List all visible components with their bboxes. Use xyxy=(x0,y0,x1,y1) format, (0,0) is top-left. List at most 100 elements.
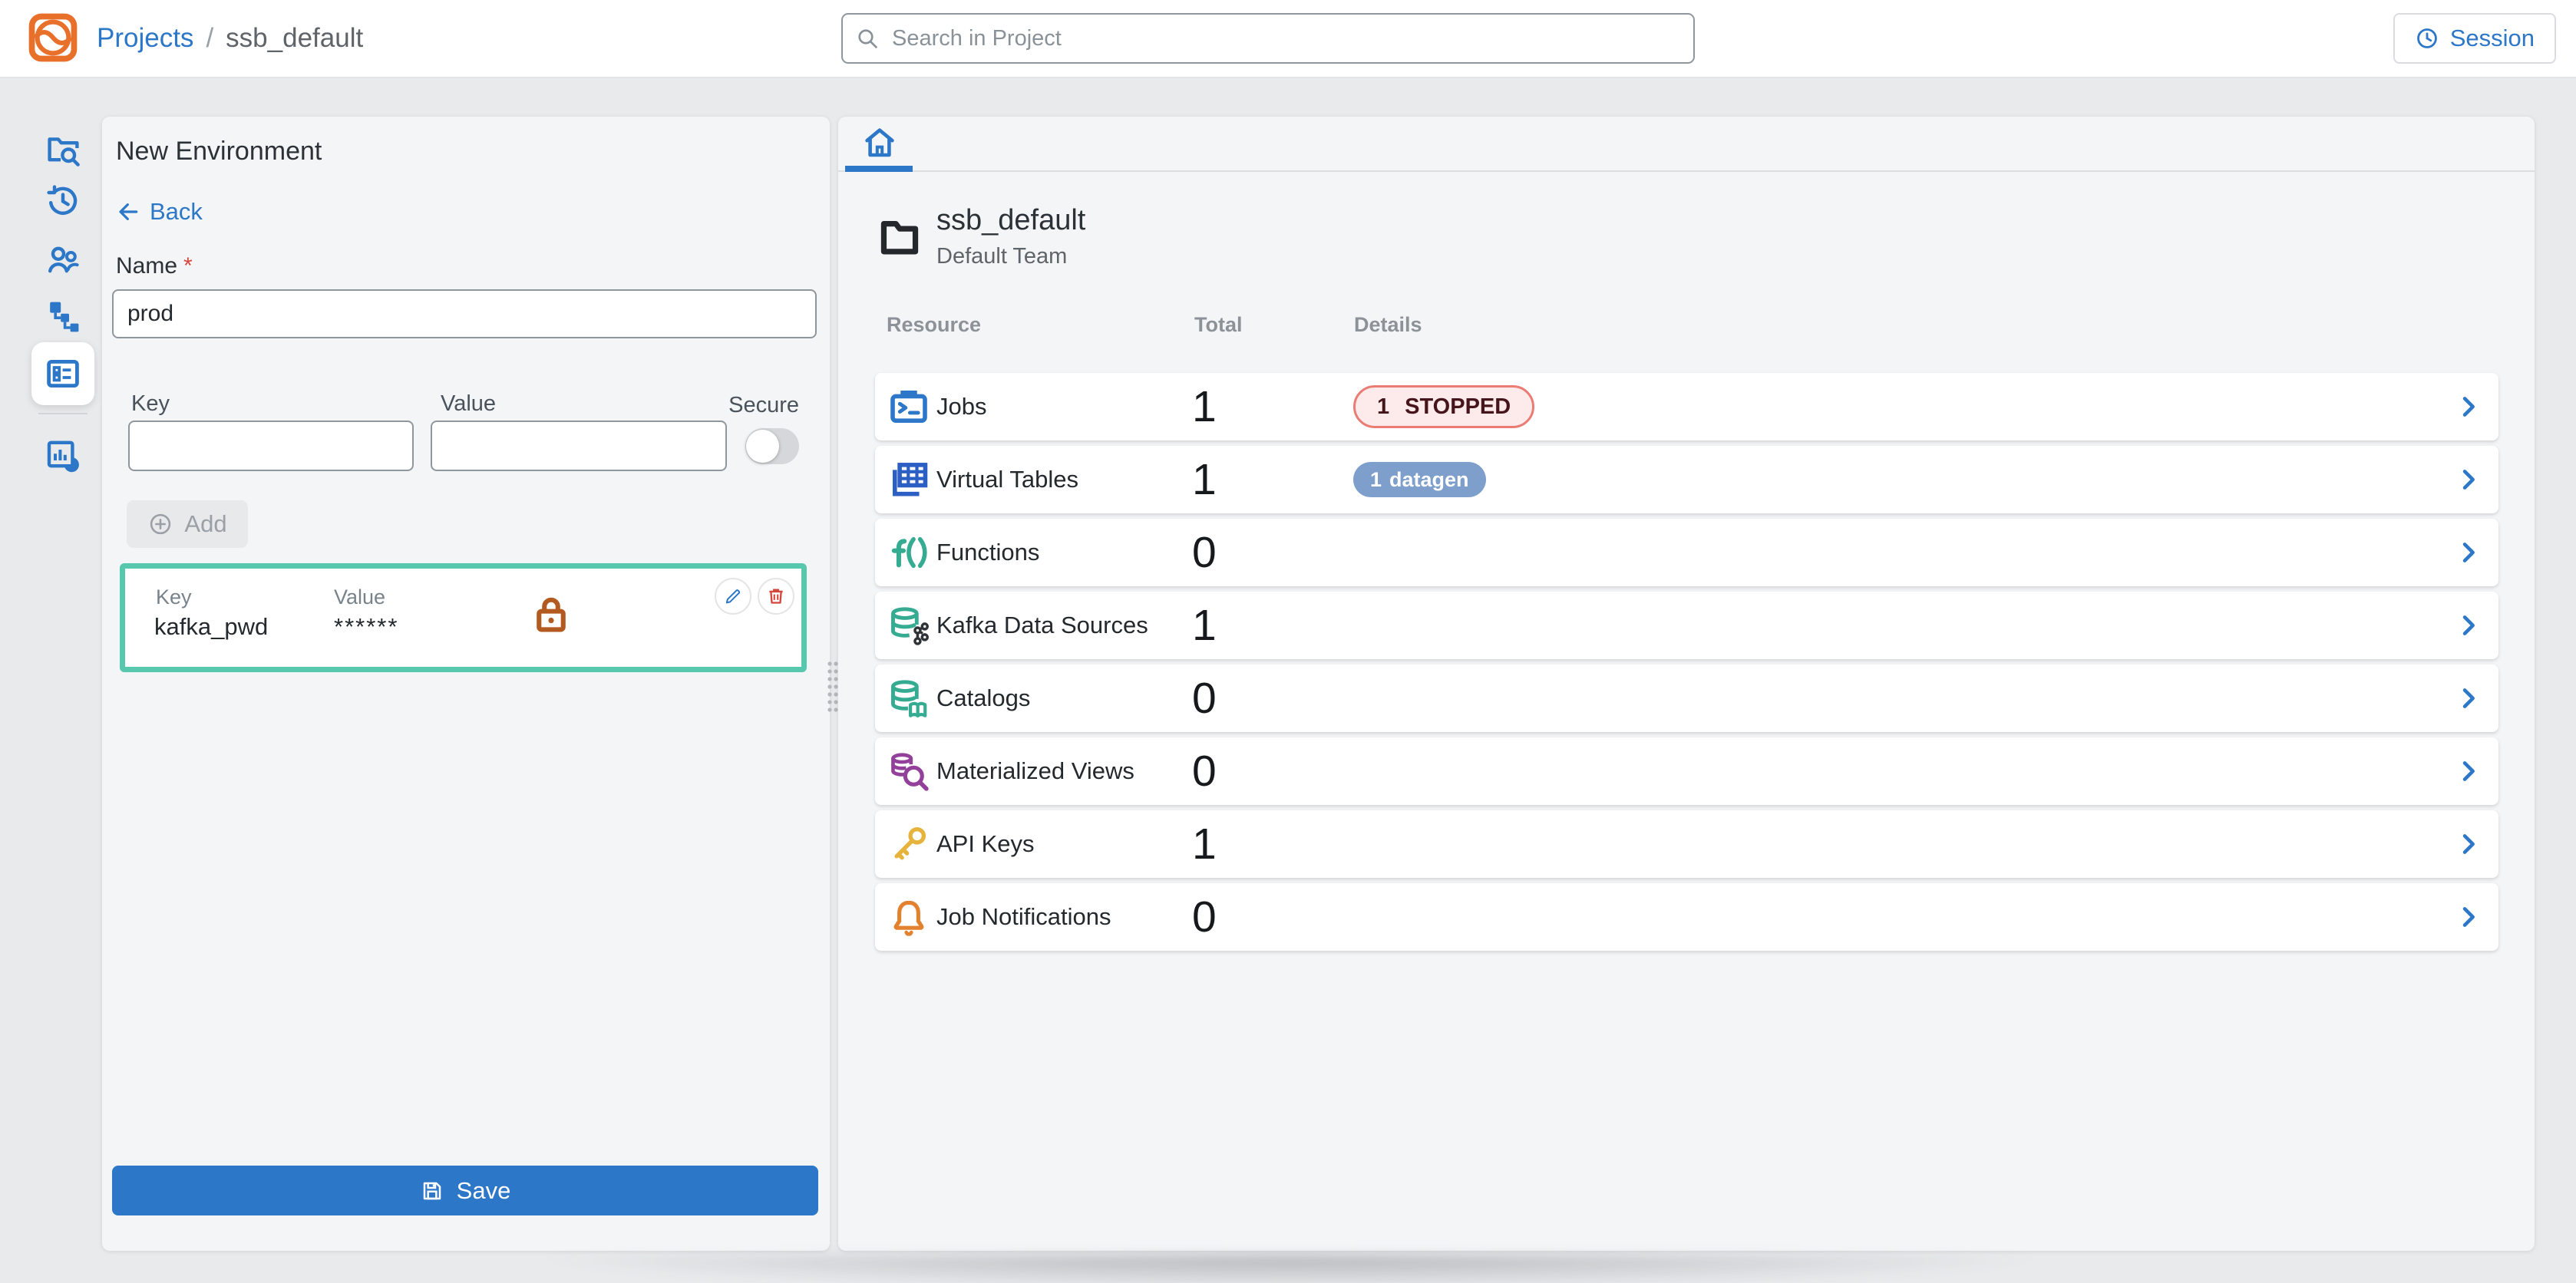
sidebar xyxy=(0,78,101,1283)
api-keys-icon xyxy=(887,823,930,866)
environment-variable-card: Key kafka_pwd Value ****** xyxy=(120,563,807,672)
resource-total: 0 xyxy=(1192,673,1217,724)
resource-details: 1STOPPED xyxy=(1353,385,1534,428)
topbar: Projects / ssb_default Session xyxy=(0,0,2576,78)
resource-total: 0 xyxy=(1192,892,1217,942)
toggle-knob xyxy=(746,430,779,463)
variable-key-label: Key xyxy=(156,585,192,609)
resource-row[interactable]: Jobs 1 1STOPPED xyxy=(875,373,2498,440)
save-label: Save xyxy=(457,1177,511,1205)
pencil-icon xyxy=(722,585,744,607)
chevron-right-icon[interactable] xyxy=(2455,831,2482,857)
resource-label: Virtual Tables xyxy=(936,466,1078,493)
edit-variable-button[interactable] xyxy=(715,578,751,615)
variable-value-label: Value xyxy=(334,585,385,609)
materialized-views-icon xyxy=(887,750,930,793)
monitoring-chart-icon xyxy=(45,437,81,474)
key-field-label: Key xyxy=(131,391,170,417)
project-name: ssb_default xyxy=(936,204,1085,237)
jobs-icon xyxy=(887,385,930,428)
search-input[interactable] xyxy=(841,13,1695,64)
resource-rows: Jobs 1 1STOPPED Virtual Tables 1 1datage… xyxy=(875,373,2498,951)
secure-toggle[interactable] xyxy=(745,428,799,464)
key-input[interactable] xyxy=(128,421,414,471)
breadcrumb-separator: / xyxy=(206,23,213,54)
sidebar-item-project-explorer[interactable] xyxy=(45,131,81,168)
project-overview-panel: ssb_default Default Team Resource Total … xyxy=(838,117,2535,1251)
functions-icon xyxy=(887,531,930,574)
resource-label: Job Notifications xyxy=(936,903,1111,931)
catalogs-icon xyxy=(887,677,930,720)
sidebar-item-environments-active[interactable] xyxy=(31,342,94,405)
variable-value-masked: ****** xyxy=(334,613,398,641)
session-button[interactable]: Session xyxy=(2393,13,2556,64)
panel-resize-handle[interactable] xyxy=(827,660,839,712)
app-logo-icon[interactable] xyxy=(28,12,78,63)
back-link[interactable]: Back xyxy=(116,198,203,226)
kafka-icon xyxy=(887,604,930,647)
add-variable-button[interactable]: Add xyxy=(127,500,248,548)
panel-title: New Environment xyxy=(116,137,322,167)
back-label: Back xyxy=(150,198,203,226)
sidebar-divider xyxy=(38,413,88,414)
project-folder-icon xyxy=(875,215,924,259)
resource-label: Materialized Views xyxy=(936,757,1134,785)
tab-bar xyxy=(838,117,2535,172)
resource-label: Catalogs xyxy=(936,684,1030,712)
sidebar-item-teams[interactable] xyxy=(45,241,81,278)
search-icon xyxy=(855,26,880,51)
new-environment-panel: New Environment Back Name* Key Value Sec… xyxy=(102,117,830,1251)
value-input[interactable] xyxy=(431,421,727,471)
active-tab-underline xyxy=(845,166,913,172)
add-label: Add xyxy=(184,510,226,538)
resource-label: Kafka Data Sources xyxy=(936,612,1148,639)
chevron-right-icon[interactable] xyxy=(2455,685,2482,711)
trash-icon xyxy=(765,585,787,607)
project-team: Default Team xyxy=(936,244,1067,269)
history-icon xyxy=(45,183,81,219)
status-badge-stopped: 1STOPPED xyxy=(1353,385,1534,428)
users-icon xyxy=(45,241,81,278)
arrow-left-icon xyxy=(116,200,140,224)
resource-row[interactable]: Kafka Data Sources 1 xyxy=(875,592,2498,659)
window-bottom-shadow xyxy=(276,1255,2303,1283)
sidebar-item-lineage[interactable] xyxy=(45,298,81,335)
resource-row[interactable]: Materialized Views 0 xyxy=(875,737,2498,805)
save-icon xyxy=(420,1179,444,1203)
chevron-right-icon[interactable] xyxy=(2455,467,2482,493)
resource-row[interactable]: Catalogs 0 xyxy=(875,665,2498,732)
environment-list-icon xyxy=(45,355,81,392)
lineage-icon xyxy=(45,298,81,335)
sidebar-item-history[interactable] xyxy=(45,183,81,219)
chevron-right-icon[interactable] xyxy=(2455,758,2482,784)
sidebar-item-monitoring[interactable] xyxy=(45,437,81,474)
resource-row[interactable]: Job Notifications 0 xyxy=(875,883,2498,951)
resource-label: API Keys xyxy=(936,830,1035,858)
resource-row[interactable]: Functions 0 xyxy=(875,519,2498,586)
tab-home[interactable] xyxy=(861,124,898,161)
column-header-total: Total xyxy=(1194,313,1243,337)
name-field-label: Name* xyxy=(116,253,193,279)
clock-icon xyxy=(2415,26,2439,51)
value-field-label: Value xyxy=(441,391,496,417)
variable-key-value: kafka_pwd xyxy=(154,613,268,641)
chevron-right-icon[interactable] xyxy=(2455,904,2482,930)
virtual-tables-icon xyxy=(887,458,930,501)
column-header-resource: Resource xyxy=(887,313,981,337)
chevron-right-icon[interactable] xyxy=(2455,539,2482,566)
resource-total: 1 xyxy=(1192,454,1217,505)
secure-label: Secure xyxy=(728,393,799,418)
chevron-right-icon[interactable] xyxy=(2455,612,2482,638)
chevron-right-icon[interactable] xyxy=(2455,394,2482,420)
resource-details: 1datagen xyxy=(1353,462,1486,497)
column-header-details: Details xyxy=(1354,313,1422,337)
delete-variable-button[interactable] xyxy=(758,578,794,615)
name-input[interactable] xyxy=(112,289,817,338)
save-button[interactable]: Save xyxy=(112,1166,818,1215)
resource-total: 0 xyxy=(1192,746,1217,797)
resource-row[interactable]: API Keys 1 xyxy=(875,810,2498,878)
resource-row[interactable]: Virtual Tables 1 1datagen xyxy=(875,446,2498,513)
required-marker: * xyxy=(183,253,193,279)
breadcrumb: Projects / ssb_default xyxy=(97,0,363,77)
breadcrumb-projects-link[interactable]: Projects xyxy=(97,23,193,54)
